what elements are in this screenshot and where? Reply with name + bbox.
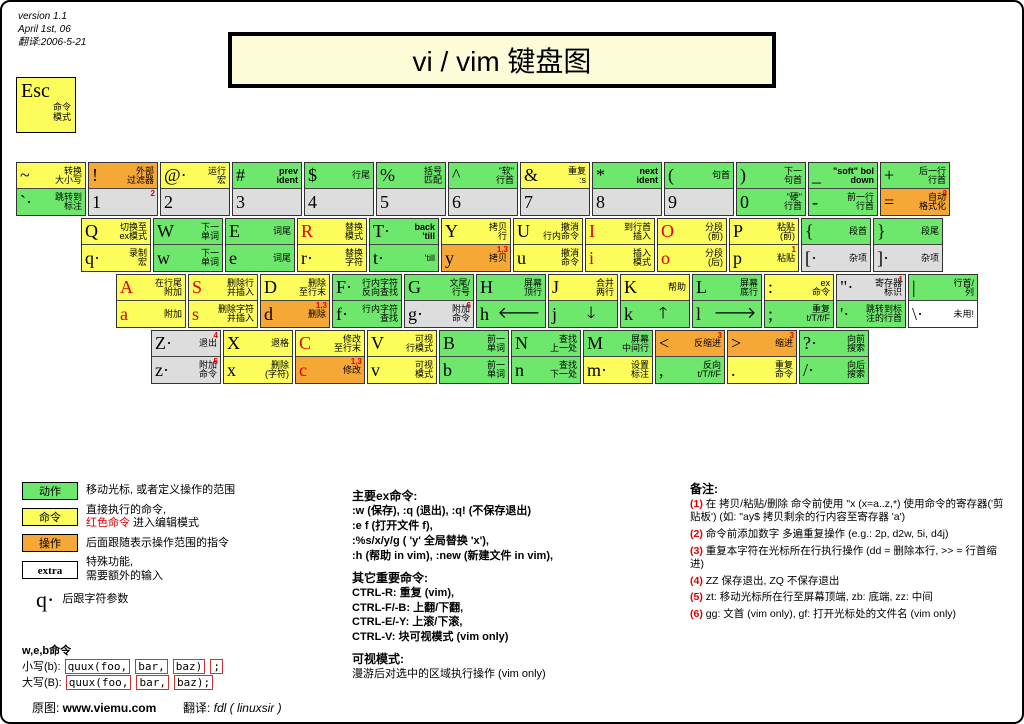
key-!: !外部过滤器12 xyxy=(88,162,158,216)
title: vi / vim 键盘图 xyxy=(228,32,776,88)
version-info: version 1.1 April 1st, 06 翻译:2006-5-21 xyxy=(18,10,86,49)
key-&: &重复:s7 xyxy=(520,162,590,216)
key-"·: "·寄存器标识1'·跳转到标注的行首 xyxy=(836,274,906,328)
key-^: ^"软"行首6 xyxy=(448,162,518,216)
key-Q: Q切换至ex模式q·录制宏 xyxy=(81,218,151,272)
key-P: P粘贴(前)p粘贴1 xyxy=(729,218,799,272)
key-S: S删除行并插入s删除字符并插入 xyxy=(188,274,258,328)
key-O: O分段(前)o分段(后) xyxy=(657,218,727,272)
key-W: W下一单词w下一单词 xyxy=(153,218,223,272)
key-(: (句首9 xyxy=(664,162,734,216)
key-{: {段首[·杂项 xyxy=(801,218,871,272)
key-F·: F·行内字符反向查找f·行内字符查找 xyxy=(332,274,402,328)
key-J: J合并两行j🡓 xyxy=(548,274,618,328)
footer: 原图: www.viemu.com 翻译: fdl ( linuxsir ) xyxy=(32,699,282,716)
key-<: <反缩进3,反向t/T/f/F xyxy=(655,330,725,384)
key-I: I到行首插入i插入模式 xyxy=(585,218,655,272)
key-R: R替换模式r·替换字符 xyxy=(297,218,367,272)
keyboard-grid: ~转换大小写`·跳转到标注!外部过滤器12@·运行宏2#prevident3$行… xyxy=(16,162,978,386)
key-|: |行首/列\·未用! xyxy=(908,274,978,328)
key-U: U撤消行内命令u撤消命令 xyxy=(513,218,583,272)
key-#: #prevident3 xyxy=(232,162,302,216)
key-T·: T·back'tillt·'till xyxy=(369,218,439,272)
key-?·: ?·向前搜索/·向后搜索 xyxy=(799,330,869,384)
key-Z·: Z·退出4z·附加命令5 xyxy=(151,330,221,384)
wb-commands: w,e,b命令 小写(b): quux(foo, bar, baz) ; 大写(… xyxy=(22,642,224,690)
key-X: X退格x删除(字符) xyxy=(223,330,293,384)
key-A: A在行尾附加a附加 xyxy=(116,274,186,328)
ex-commands: 主要ex命令: :w (保存), :q (退出), :q! (不保存退出) :e… xyxy=(352,482,553,682)
key-C: C修改至行末c修改1,3 xyxy=(295,330,365,384)
key-@·: @·运行宏2 xyxy=(160,162,230,216)
key-_: _"soft" boldown-前一行行首 xyxy=(808,162,878,216)
key-M: M屏幕中间行m·设置标注 xyxy=(583,330,653,384)
key->: >缩进3.重复命令 xyxy=(727,330,797,384)
key-~: ~转换大小写`·跳转到标注 xyxy=(16,162,86,216)
key-:: :ex命令;重复t/T/f/F xyxy=(764,274,834,328)
esc-key: Esc 命令 模式 xyxy=(16,77,76,133)
key-L: L屏幕底行l🡒 xyxy=(692,274,762,328)
key-V: V可视行模式v可视模式 xyxy=(367,330,437,384)
key-%: %括号匹配5 xyxy=(376,162,446,216)
key-N: N查找上一处n查找下一处 xyxy=(511,330,581,384)
key-$: $行尾4 xyxy=(304,162,374,216)
legend: 动作移动光标, 或者定义操作的范围命令直接执行的命令,红色命令 进入编辑模式操作… xyxy=(22,482,235,617)
key-Y: Y拷贝行y拷贝1,3 xyxy=(441,218,511,272)
key-G: G文尾/行号g·附加命令6 xyxy=(404,274,474,328)
key-H: H屏幕顶行h🡐 xyxy=(476,274,546,328)
key-D: D删除至行末d删除1,3 xyxy=(260,274,330,328)
key-): )下一句首0"硬"行首 xyxy=(736,162,806,216)
key-}: }段尾]·杂项 xyxy=(873,218,943,272)
key-K: K帮助k🡑 xyxy=(620,274,690,328)
key-+: +后一行行首=自动格式化3 xyxy=(880,162,950,216)
key-*: *nextident8 xyxy=(592,162,662,216)
key-B: B前一单词b前一单词 xyxy=(439,330,509,384)
key-E: E词尾e词尾 xyxy=(225,218,295,272)
notes: 备注: (1) 在 拷贝/粘贴/删除 命令前使用 "x (x=a..z,*) 使… xyxy=(690,482,1010,625)
